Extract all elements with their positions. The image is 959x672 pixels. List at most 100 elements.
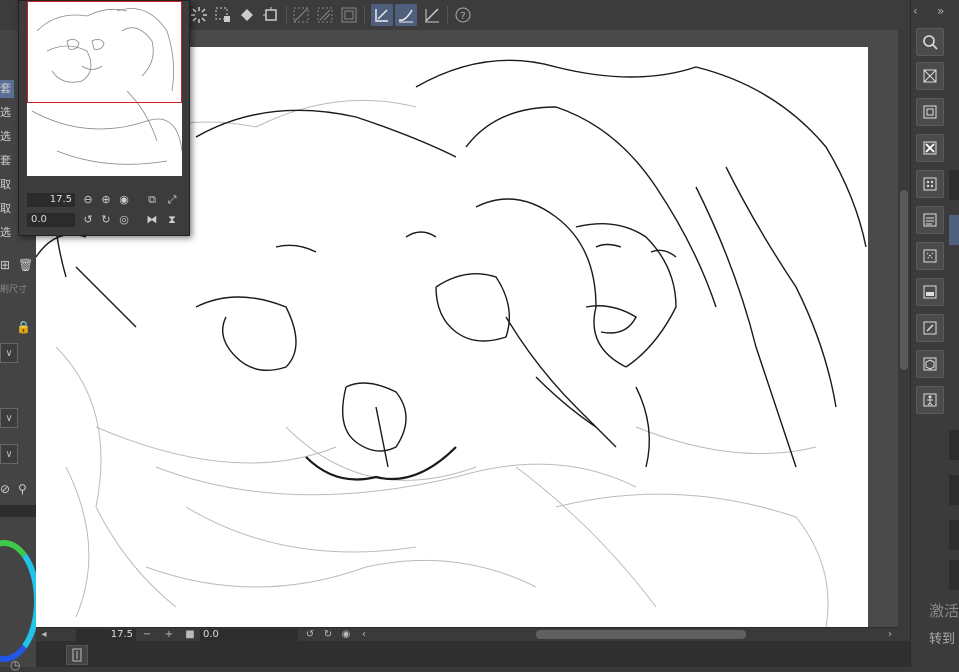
panel-button-layer-search[interactable] [916,134,944,162]
tool-menu-item[interactable]: 取 [0,176,14,194]
grid-snap-button[interactable] [338,4,360,26]
panel-edge-tab[interactable] [949,560,959,590]
selection-clear-icon [215,7,230,22]
vertical-scroll-thumb[interactable] [900,190,908,370]
panel-edge-tab[interactable] [949,430,959,460]
zoom-value[interactable]: 17.5 [76,629,136,641]
settings-icon[interactable]: ⊘ [0,482,10,496]
grid-snap-icon [341,7,357,23]
svg-text:?: ? [460,11,465,22]
timeline-icon [72,648,82,662]
panel-edge-tab[interactable] [949,215,959,245]
activation-watermark-line1: 激活 [929,602,959,620]
tool-property-icon [923,249,937,263]
navigator-icon [923,35,938,50]
dropdown[interactable]: ∨ [0,343,18,363]
expand-right-icon[interactable]: » [937,4,944,18]
pen-pressure-icon [425,8,439,23]
ruler-snap-button[interactable] [290,4,312,26]
flip-horizontal-icon[interactable]: ⧓ [145,213,159,227]
tool-menu-item[interactable]: 取 [0,200,14,218]
panel-button-navigator[interactable] [916,28,944,56]
nav-rotation-value[interactable]: 0.0 [27,213,75,227]
edit-icon [923,321,937,335]
rotate-left-icon[interactable]: ↺ [304,629,316,641]
lock-icon[interactable]: 🔒 [16,320,31,334]
trash-icon[interactable]: 🗑 [18,258,33,272]
reset-rotation-icon[interactable]: ◎ [117,213,131,227]
panel-edge-tab[interactable] [949,170,959,200]
timeline-button[interactable] [66,645,88,665]
layer-search-icon [923,141,937,155]
horizontal-scroll-thumb[interactable] [536,630,746,639]
tool-menu-item[interactable]: 选 [0,224,14,242]
tool-menu-item[interactable]: 套 [0,152,14,170]
zoom-in-icon[interactable]: + [163,629,175,641]
ruler-snap-off-icon [293,7,309,23]
panel-button-3d[interactable] [916,350,944,378]
zoom-in-icon[interactable]: ⊕ [99,193,113,207]
navigator-preview[interactable] [27,1,182,176]
fit-icon[interactable]: ■ [184,629,196,641]
collapse-left-icon[interactable]: ‹ [913,4,918,18]
scroll-left-icon[interactable]: ◂ [38,629,50,641]
flip-vertical-icon[interactable]: ⧗ [165,213,179,227]
add-icon[interactable]: ⊞ [0,258,10,272]
navigator-panel[interactable]: 17.5 ⊖ ⊕ ◉ ⧉ ⤢ 0.0 ↺ ↻ ◎ ⧓ ⧗ [18,0,190,236]
right-panel: ‹ » 激活 转到 [910,0,959,667]
navigator-viewport-frame[interactable] [27,1,182,103]
panel-button-tool-property[interactable] [916,242,944,270]
rotate-right-icon[interactable]: ↻ [322,629,334,641]
rotation-slider[interactable] [248,629,298,641]
fit-canvas-icon[interactable]: ⤢ [165,193,179,207]
panel-button-pose[interactable] [916,386,944,414]
color-slider[interactable] [0,505,36,517]
panel-button-edit[interactable] [916,314,944,342]
zoom-out-icon[interactable]: − [141,629,153,641]
panel-button-color-set[interactable] [916,170,944,198]
panel-button-layers[interactable] [916,206,944,234]
fill-bucket-button[interactable] [236,4,258,26]
vertical-scrollbar[interactable] [898,30,910,627]
search-icon[interactable]: ⚲ [18,482,27,496]
help-button[interactable]: ? [452,4,474,26]
panel-button-sub-view[interactable] [916,62,944,90]
actual-size-icon[interactable]: ◉ [117,193,131,207]
rotate-right-icon[interactable]: ↻ [99,213,113,227]
vector-stroke-button[interactable] [371,4,393,26]
fit-window-icon[interactable]: ⧉ [145,193,159,207]
dropdown[interactable]: ∨ [0,444,18,464]
figure-icon [923,393,937,407]
tool-menu-item[interactable]: 选 [0,104,14,122]
reset-rotation-icon[interactable]: ◉ [340,629,352,641]
transform-icon [263,7,277,21]
color-set-icon [923,177,937,191]
scroll-right-icon[interactable]: › [884,629,896,641]
sub-tool-actions: ⊞ 🗑 [0,258,36,272]
tool-menu-item[interactable]: 套 [0,80,14,98]
color-wheel[interactable] [0,540,40,662]
nav-zoom-value[interactable]: 17.5 [27,193,75,207]
marquee-spin-icon [191,7,207,23]
special-ruler-button[interactable] [314,4,336,26]
rotation-value[interactable]: 0.0 [200,629,248,641]
panel-button-material[interactable] [916,278,944,306]
panel-button-layer-property[interactable] [916,98,944,126]
brush-stroke-icon [398,9,413,23]
panel-edge-tab[interactable] [949,475,959,505]
rotate-left-icon[interactable]: ↺ [81,213,95,227]
brush-size-label: 刷尺寸 [0,285,28,294]
clock-icon[interactable]: ◷ [10,658,20,672]
brush-stroke-button[interactable] [395,4,417,26]
pen-pressure-button[interactable] [421,4,443,26]
activation-watermark-line2: 转到 [929,632,956,647]
selection-clear-button[interactable] [212,4,234,26]
transform-button[interactable] [260,4,282,26]
dropdown[interactable]: ∨ [0,408,18,428]
panel-edge-tab[interactable] [949,520,959,550]
marquee-spin-button[interactable] [188,4,210,26]
zoom-out-icon[interactable]: ⊖ [81,193,95,207]
scroll-left-icon[interactable]: ‹ [358,629,370,641]
sub-view-icon [923,69,937,83]
tool-menu-item[interactable]: 选 [0,128,14,146]
